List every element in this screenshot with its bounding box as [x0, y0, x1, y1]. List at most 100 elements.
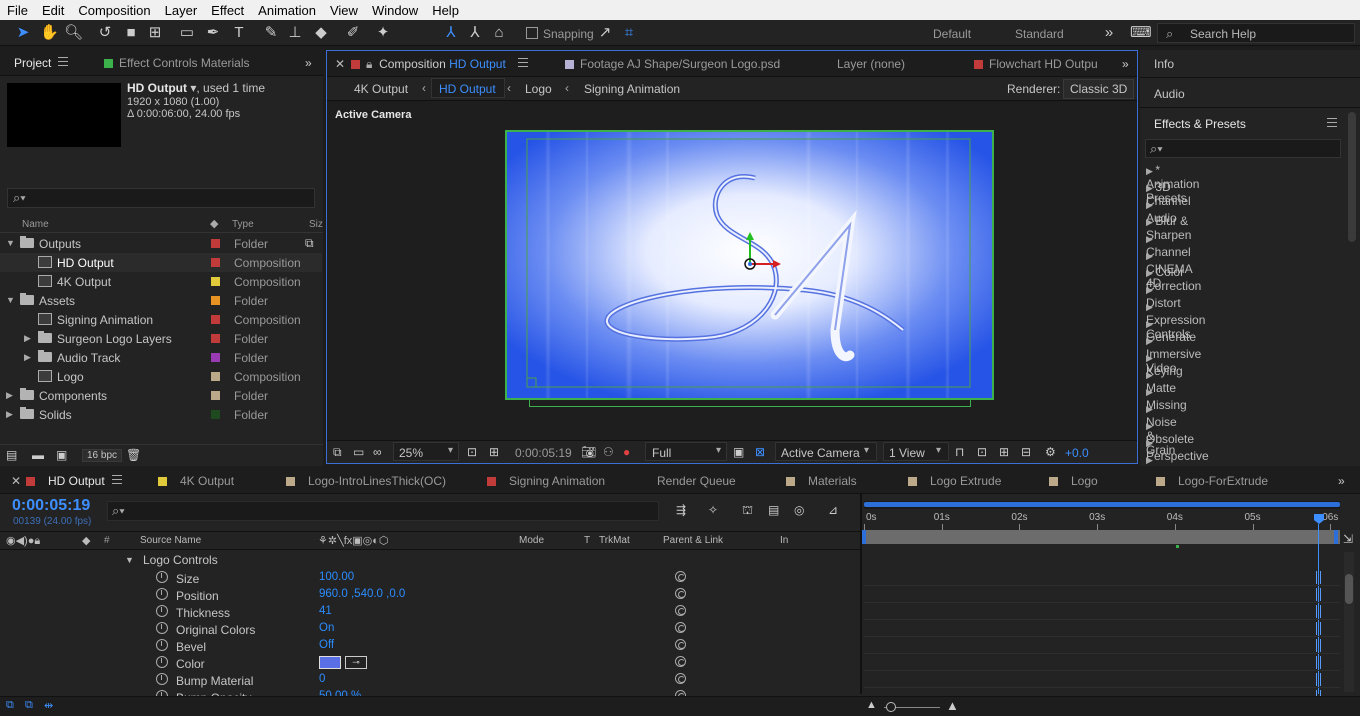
expression-pickwhip-icon[interactable] [675, 656, 686, 667]
menu-item-composition[interactable]: Composition [71, 3, 157, 18]
expression-pickwhip-icon[interactable] [675, 673, 686, 684]
rotate-tool-icon[interactable]: ↺ [96, 24, 114, 42]
fast-previews-icon[interactable]: ▣ [733, 445, 744, 459]
eyedropper-icon[interactable]: ⊸ [345, 656, 367, 669]
menu-item-animation[interactable]: Animation [251, 3, 323, 18]
timeline-timecode[interactable]: 0:00:05:19 [12, 497, 90, 515]
label-color-swatch[interactable] [211, 258, 220, 267]
out-point-marker[interactable] [1334, 530, 1338, 544]
world-axis-mode-icon[interactable]: ⅄ [466, 24, 484, 42]
timeline-tab[interactable]: 4K Output [158, 474, 234, 488]
graph-editor-icon[interactable]: ⊿ [828, 503, 838, 517]
collapse-triangle-icon[interactable]: ▶ [6, 409, 13, 420]
zoom-out-icon[interactable]: ▲ [866, 699, 877, 711]
comp-canvas[interactable] [505, 130, 994, 400]
expand-triangle-icon[interactable]: ▶ [1146, 336, 1153, 346]
close-tab-icon[interactable]: ✕ [11, 474, 21, 488]
project-item[interactable]: ▼ Assets Folder [0, 291, 322, 310]
expression-pickwhip-icon[interactable] [675, 622, 686, 633]
monitor-icon[interactable]: ▭ [353, 445, 364, 459]
keyframe-marker[interactable] [1316, 656, 1321, 669]
expand-triangle-icon[interactable]: ▶ [1146, 438, 1153, 448]
transparency-grid-icon[interactable]: ⊞ [489, 445, 499, 459]
expand-triangle-icon[interactable]: ▶ [1146, 404, 1153, 414]
composition-menu-icon[interactable] [518, 58, 528, 67]
menu-item-edit[interactable]: Edit [35, 3, 71, 18]
project-item[interactable]: 4K Output Composition [0, 272, 322, 291]
project-more-icon[interactable]: » [305, 56, 312, 70]
col-t[interactable]: T [584, 535, 590, 546]
timeline-more-icon[interactable]: » [1338, 474, 1345, 488]
workspace-standard[interactable]: Standard [1015, 27, 1064, 41]
layer-duration-bar[interactable] [864, 530, 1340, 544]
new-folder-icon[interactable]: ▬ [32, 448, 44, 462]
project-item[interactable]: Logo Composition [0, 367, 322, 386]
comp-button-icon[interactable]: ⇲ [1343, 532, 1353, 546]
extended-viewer-icon[interactable]: ⊟ [1021, 445, 1031, 459]
collapse-triangle-icon[interactable]: ▶ [24, 352, 31, 363]
clone-stamp-tool-icon[interactable]: ⊥ [286, 24, 304, 42]
col-in[interactable]: In [780, 535, 788, 546]
layer-switches-toggle-icon[interactable]: ⧉ [6, 699, 14, 712]
menu-item-window[interactable]: Window [365, 3, 425, 18]
zoom-in-icon[interactable]: ▲ [946, 698, 959, 713]
region-of-interest-icon[interactable]: ⊡ [467, 445, 477, 459]
bit-depth-button[interactable]: 16 bpc [82, 449, 123, 462]
effect-controls-tab[interactable]: Effect Controls Materials [104, 56, 250, 70]
rectangle-tool-icon[interactable]: ▭ [178, 24, 196, 42]
expand-triangle-icon[interactable]: ▼ [6, 238, 15, 248]
breadcrumb-hd-output[interactable]: HD Output [439, 82, 496, 96]
timeline-tab[interactable]: Materials [786, 474, 857, 488]
tab-flowchart[interactable]: Flowchart HD Outpu [974, 57, 1098, 71]
expand-triangle-icon[interactable]: ▶ [1146, 183, 1155, 193]
expand-triangle-icon[interactable]: ▶ [1146, 319, 1153, 329]
in-point-marker[interactable] [862, 530, 866, 544]
shy-layers-icon[interactable]: ⛫ [742, 503, 753, 519]
expand-triangle-icon[interactable]: ▶ [1146, 166, 1155, 176]
label-color-swatch[interactable] [211, 239, 220, 248]
label-color-swatch[interactable] [211, 410, 220, 419]
menu-item-view[interactable]: View [323, 3, 365, 18]
collapse-triangle-icon[interactable]: ▶ [24, 333, 31, 344]
project-item[interactable]: ▶ Surgeon Logo Layers Folder [0, 329, 322, 348]
project-item[interactable]: HD Output Composition [0, 253, 322, 272]
stopwatch-icon[interactable] [156, 588, 168, 600]
expression-pickwhip-icon[interactable] [675, 605, 686, 616]
expand-triangle-icon[interactable]: ▶ [1146, 234, 1153, 244]
col-source-name[interactable]: Source Name [140, 535, 201, 546]
expand-triangle-icon[interactable]: ▶ [1146, 285, 1153, 295]
reset-exposure-icon[interactable]: ⚙ [1045, 445, 1056, 459]
timeline-search-input[interactable]: ⌕▾ [107, 501, 659, 521]
property-value[interactable]: Off [319, 639, 334, 651]
col-mode[interactable]: Mode [519, 535, 544, 546]
stopwatch-icon[interactable] [156, 622, 168, 634]
stopwatch-icon[interactable] [156, 571, 168, 583]
label-color-swatch[interactable] [211, 277, 220, 286]
property-value[interactable]: 0 [319, 673, 325, 685]
keyframe-marker[interactable] [1316, 673, 1321, 686]
toggle-pixel-aspect-icon[interactable]: ⊓ [955, 445, 964, 459]
property-value[interactable]: 41 [319, 605, 332, 617]
show-snapshot-icon[interactable]: ⚇ [603, 445, 614, 459]
property-row[interactable]: Size 100.00 [0, 570, 860, 587]
close-tab-icon[interactable]: ✕ [335, 57, 345, 71]
expression-pickwhip-icon[interactable] [675, 571, 686, 582]
label-column-icon[interactable]: ◆ [82, 534, 90, 547]
roto-brush-tool-icon[interactable]: ✐ [344, 24, 362, 42]
project-menu-icon[interactable] [58, 57, 68, 66]
timeline-tab[interactable]: Signing Animation [487, 474, 605, 488]
timeline-tab[interactable]: Logo [1049, 474, 1098, 488]
snapping-checkbox[interactable] [526, 27, 538, 39]
eraser-tool-icon[interactable]: ◆ [312, 24, 330, 42]
puppet-tool-icon[interactable]: ✦ [374, 24, 392, 42]
toggle-transparency-icon[interactable]: ⊠ [755, 445, 765, 459]
effects-presets-tab[interactable]: Effects & Presets [1154, 117, 1246, 131]
workspace-default[interactable]: Default [933, 27, 971, 41]
new-composition-icon[interactable]: ▣ [56, 448, 67, 462]
keyframe-marker[interactable] [1316, 622, 1321, 635]
timeline-scrollbar[interactable] [1344, 552, 1354, 692]
project-item[interactable]: Signing Animation Composition [0, 310, 322, 329]
zoom-select[interactable]: 25% ▾ [393, 442, 459, 461]
layer-switches-icon[interactable]: ⚘✲╲fx▣◎◐⬡ [318, 534, 389, 547]
effects-menu-icon[interactable] [1327, 118, 1337, 127]
